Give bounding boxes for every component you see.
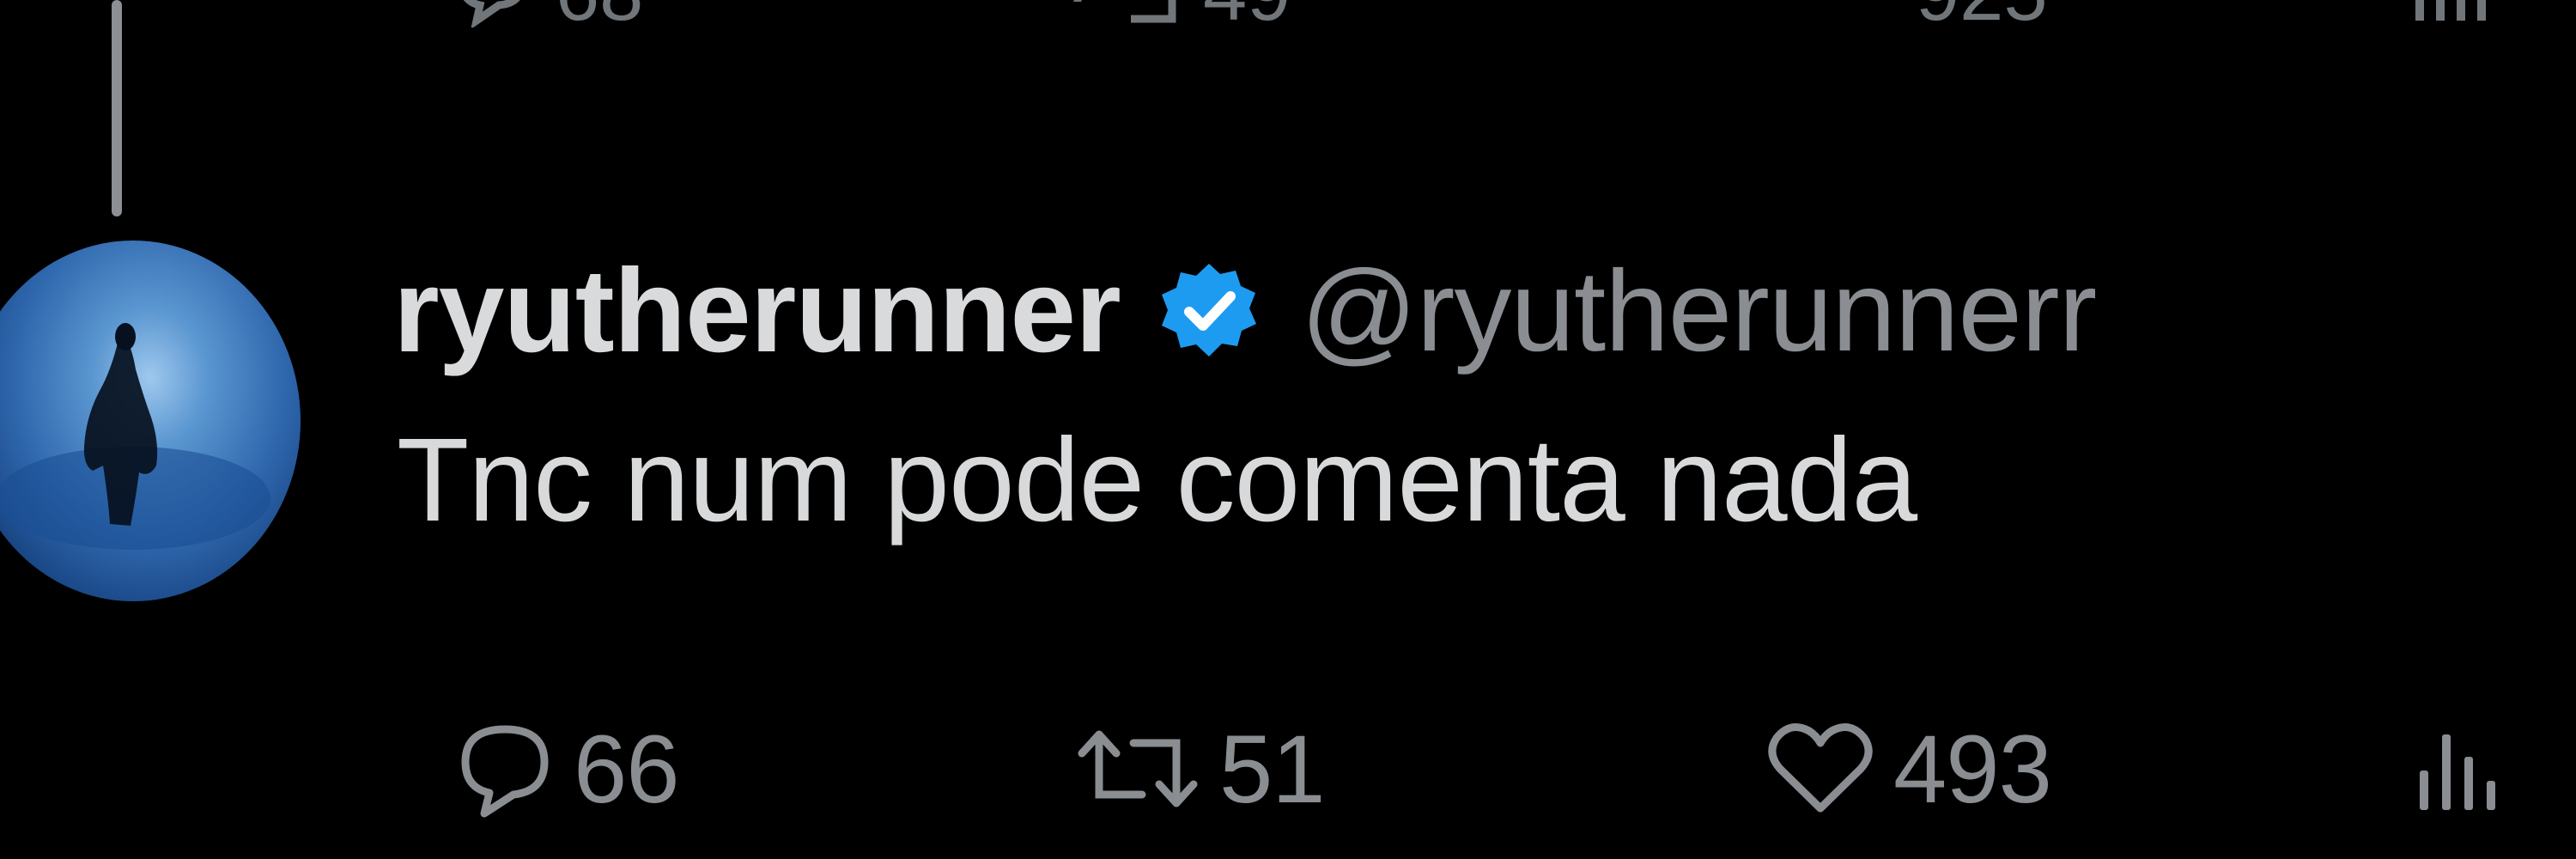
retweet-icon: [1073, 0, 1176, 23]
previous-retweet-count: 49: [1203, 0, 1291, 33]
retweet-button[interactable]: 51: [1073, 704, 1326, 833]
avatar[interactable]: [0, 241, 301, 601]
heart-icon: [1790, 0, 1893, 27]
previous-like-button[interactable]: 925: [1790, 0, 2048, 33]
verified-badge-icon[interactable]: [1158, 260, 1260, 362]
previous-retweet-button[interactable]: 49: [1069, 0, 1291, 33]
like-count: 493: [1893, 715, 2052, 823]
retweet-count: 51: [1219, 715, 1326, 823]
views-button[interactable]: [2415, 704, 2543, 833]
tweet-header: ryutherunner @ryutherunnerr: [393, 242, 2097, 380]
thread-connector-line: [112, 0, 122, 216]
reply-count: 66: [574, 715, 680, 823]
like-button[interactable]: 493: [1765, 704, 2052, 833]
tweet-thread-screen: 68 49 925: [0, 0, 2576, 859]
display-name[interactable]: ryutherunner: [393, 243, 1121, 380]
views-icon: [2420, 734, 2495, 810]
avatar-figure-icon: [0, 323, 270, 550]
previous-like-count: 925: [1916, 0, 2048, 33]
reply-icon: [463, 0, 520, 27]
tweet-actions: 66 51 493: [0, 704, 2576, 833]
previous-reply-button[interactable]: 68: [451, 0, 643, 33]
previous-tweet-actions: 68 49 925: [0, 0, 2576, 33]
retweet-icon: [1078, 730, 1198, 807]
views-icon: [2415, 0, 2486, 21]
previous-views-button[interactable]: [2409, 0, 2486, 27]
reply-icon: [461, 725, 549, 818]
user-handle[interactable]: @ryutherunnerr: [1301, 246, 2097, 377]
previous-reply-count: 68: [556, 0, 643, 33]
heart-icon: [1768, 723, 1873, 813]
tweet-text: Tnc num pode comenta nada: [397, 414, 1917, 546]
reply-button[interactable]: 66: [453, 704, 680, 833]
